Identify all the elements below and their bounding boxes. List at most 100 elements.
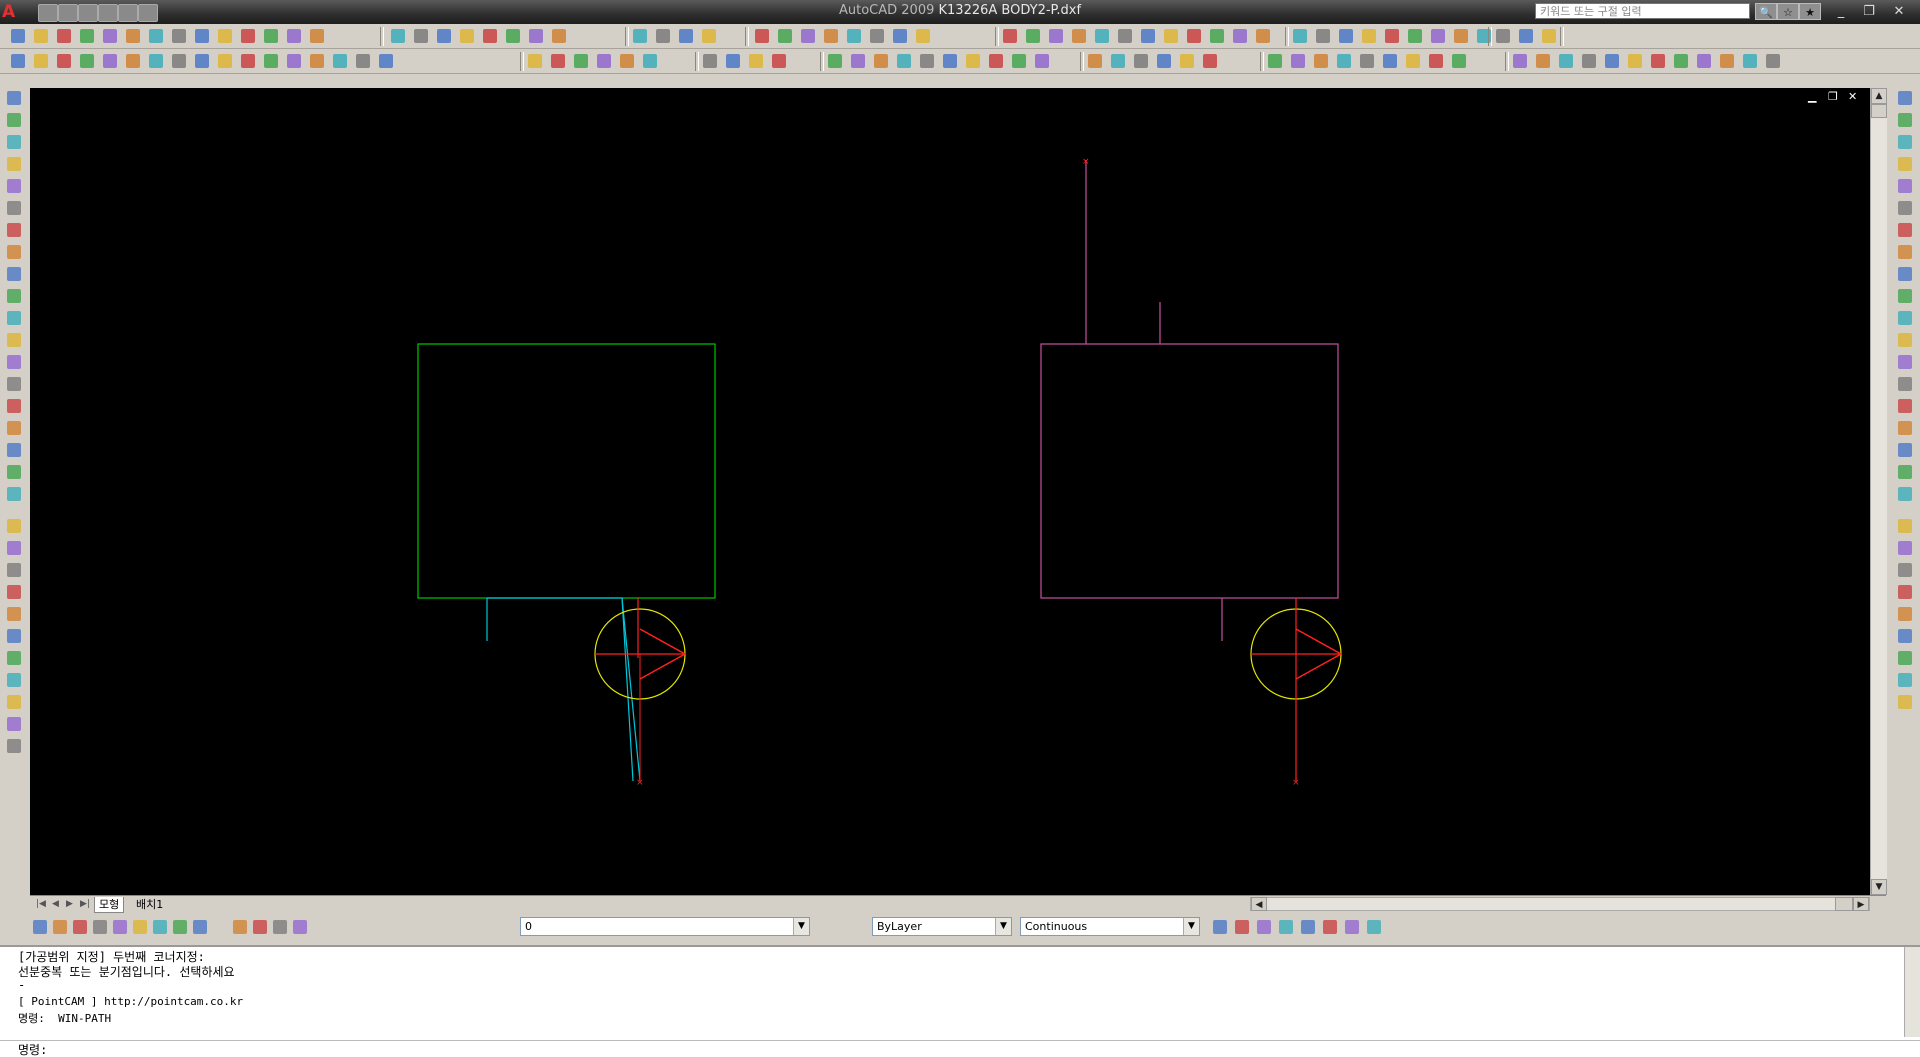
minimize-button[interactable]: _ <box>1830 3 1852 20</box>
dimension-arc-icon[interactable] <box>1895 132 1915 152</box>
viewport-restore-button[interactable]: ❐ <box>1828 90 1838 103</box>
toolbar-button-icon[interactable] <box>169 26 189 46</box>
toolbar-button-icon[interactable] <box>1313 26 1333 46</box>
toolbar-button-icon[interactable] <box>1405 26 1425 46</box>
tool-icon[interactable] <box>4 538 24 558</box>
toolbar-button-icon[interactable] <box>1380 51 1400 71</box>
toolbar-button-icon[interactable] <box>986 51 1006 71</box>
toolbar-button-icon[interactable] <box>676 26 696 46</box>
layer-tool-icon[interactable] <box>30 917 50 937</box>
toolbar-button-icon[interactable] <box>1085 51 1105 71</box>
toolbar-button-icon[interactable] <box>1000 26 1020 46</box>
multiline-text-icon[interactable] <box>4 462 24 482</box>
toolbar-button-icon[interactable] <box>848 51 868 71</box>
toolbar-button-icon[interactable] <box>284 51 304 71</box>
toolbar-button-icon[interactable] <box>653 26 673 46</box>
toolbar-button-icon[interactable] <box>549 26 569 46</box>
toolbar-button-icon[interactable] <box>1493 26 1513 46</box>
toolbar-button-icon[interactable] <box>192 26 212 46</box>
toolbar-button-icon[interactable] <box>1161 26 1181 46</box>
leader-icon[interactable] <box>1895 242 1915 262</box>
move-icon[interactable] <box>4 198 24 218</box>
toolbar-button-icon[interactable] <box>1311 51 1331 71</box>
toolbar-button-icon[interactable] <box>1336 26 1356 46</box>
rotate-icon[interactable] <box>4 220 24 240</box>
cyan-path[interactable] <box>487 597 641 782</box>
scroll-right-icon[interactable]: ▶ <box>1853 897 1869 911</box>
tab-nav-next-icon[interactable]: ▶ <box>62 897 77 912</box>
toolbar-button-icon[interactable] <box>700 51 720 71</box>
toolbar-button-icon[interactable] <box>77 51 97 71</box>
tool-icon[interactable] <box>4 582 24 602</box>
toolbar-button-icon[interactable] <box>388 26 408 46</box>
toolbar-button-icon[interactable] <box>1131 51 1151 71</box>
toolbar-button-icon[interactable] <box>894 51 914 71</box>
trim-icon[interactable] <box>4 286 24 306</box>
magenta-rectangle[interactable] <box>1040 343 1339 599</box>
toolbar-button-icon[interactable] <box>1177 51 1197 71</box>
offset-icon[interactable] <box>4 154 24 174</box>
toolbar-button-icon[interactable] <box>1288 51 1308 71</box>
tool-icon[interactable] <box>4 560 24 580</box>
toolbar-button-icon[interactable] <box>821 26 841 46</box>
scroll-hthumb[interactable] <box>1835 897 1853 911</box>
toolbar-button-icon[interactable] <box>940 51 960 71</box>
toolbar-button-icon[interactable] <box>630 26 650 46</box>
chevron-down-icon[interactable]: ▼ <box>793 918 809 935</box>
tool-icon[interactable] <box>1895 560 1915 580</box>
linetype-select[interactable]: Continuous ▼ <box>1020 917 1200 936</box>
scale-icon[interactable] <box>4 242 24 262</box>
vertical-scrollbar[interactable]: ▲ ▼ <box>1870 88 1887 895</box>
break-icon[interactable] <box>4 330 24 350</box>
tool-icon[interactable] <box>1895 352 1915 372</box>
toolbar-button-icon[interactable] <box>1449 51 1469 71</box>
toolbar-button-icon[interactable] <box>1717 51 1737 71</box>
tab-layout1[interactable]: 배치1 <box>132 897 167 912</box>
tool-icon[interactable] <box>1895 374 1915 394</box>
toolbar-button-icon[interactable] <box>1092 26 1112 46</box>
dimension-diameter-icon[interactable] <box>1895 176 1915 196</box>
toolbar-button-icon[interactable] <box>1763 51 1783 71</box>
tool-icon[interactable] <box>4 516 24 536</box>
command-input-row[interactable]: 명령: <box>0 1040 1920 1057</box>
viewport-minimize-button[interactable]: ▁ <box>1808 90 1816 103</box>
restore-button[interactable]: ❐ <box>1858 3 1880 20</box>
copy-icon[interactable] <box>4 110 24 130</box>
toolbar-button-icon[interactable] <box>1533 51 1553 71</box>
toolbar-button-icon[interactable] <box>1357 51 1377 71</box>
tool-icon[interactable] <box>1895 626 1915 646</box>
scroll-down-icon[interactable]: ▼ <box>1871 879 1887 895</box>
tool-icon[interactable] <box>1895 582 1915 602</box>
toolbar-button-icon[interactable] <box>261 51 281 71</box>
toolbar-button-icon[interactable] <box>1426 51 1446 71</box>
toolbar-button-icon[interactable] <box>146 26 166 46</box>
toolbar-button-icon[interactable] <box>1265 51 1285 71</box>
tool-icon[interactable] <box>4 714 24 734</box>
toolbar-button-icon[interactable] <box>31 26 51 46</box>
layer-tool-icon[interactable] <box>70 917 90 937</box>
chevron-down-icon[interactable]: ▼ <box>1183 918 1199 935</box>
toolbar-button-icon[interactable] <box>238 26 258 46</box>
toolbar-button-icon[interactable] <box>775 26 795 46</box>
properties-tool-icon[interactable] <box>1210 917 1230 937</box>
tool-icon[interactable] <box>4 736 24 756</box>
dimension-angular-icon[interactable] <box>1895 198 1915 218</box>
quick-dimension-icon[interactable] <box>1895 220 1915 240</box>
toolbar-button-icon[interactable] <box>284 26 304 46</box>
toolbar-button-icon[interactable] <box>434 26 454 46</box>
color-select[interactable]: ByLayer ▼ <box>872 917 1012 936</box>
layer-tool-icon[interactable] <box>270 917 290 937</box>
tool-icon[interactable] <box>4 626 24 646</box>
layer-tool-icon[interactable] <box>130 917 150 937</box>
toolbar-button-icon[interactable] <box>798 26 818 46</box>
toolbar-button-icon[interactable] <box>123 51 143 71</box>
layer-tool-icon[interactable] <box>170 917 190 937</box>
toolbar-button-icon[interactable] <box>1184 26 1204 46</box>
scroll-thumb[interactable] <box>1871 104 1887 118</box>
toolbar-button-icon[interactable] <box>525 51 545 71</box>
properties-tool-icon[interactable] <box>1364 917 1384 937</box>
properties-tool-icon[interactable] <box>1254 917 1274 937</box>
toolbar-button-icon[interactable] <box>1539 26 1559 46</box>
toolbar-button-icon[interactable] <box>844 26 864 46</box>
toolbar-button-icon[interactable] <box>1046 26 1066 46</box>
